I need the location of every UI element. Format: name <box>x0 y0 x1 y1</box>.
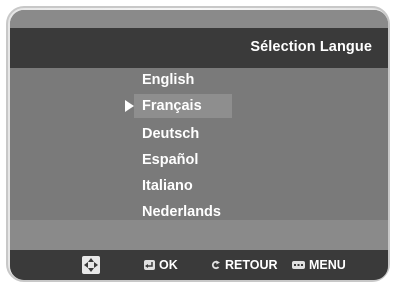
enter-icon <box>144 260 155 270</box>
page-title: Sélection Langue <box>250 39 372 55</box>
directional-pad-icon <box>82 256 100 274</box>
return-arrow-icon <box>210 260 221 270</box>
language-option-espanol[interactable]: Español <box>138 148 202 172</box>
ok-button[interactable]: OK <box>144 257 178 273</box>
language-option-english[interactable]: English <box>138 68 198 92</box>
top-strip <box>10 10 388 28</box>
language-option-francais[interactable]: Français <box>134 94 232 118</box>
menu-button[interactable]: MENU <box>292 257 346 273</box>
footer-bar: OK RETOUR MENU <box>10 250 388 280</box>
menu-icon <box>292 261 305 269</box>
language-option-italiano[interactable]: Italiano <box>138 174 197 198</box>
language-menu: English Français Deutsch Español Italian… <box>10 68 388 220</box>
menu-header: Sélection Langue <box>10 28 388 68</box>
selection-arrow-icon <box>125 100 134 112</box>
back-label: RETOUR <box>225 258 278 272</box>
osd-screen: Sélection Langue English Français Deutsc… <box>10 10 388 280</box>
ok-label: OK <box>159 258 178 272</box>
back-button[interactable]: RETOUR <box>210 257 278 273</box>
bottom-strip <box>10 220 388 250</box>
menu-label: MENU <box>309 258 346 272</box>
language-list: English Français Deutsch Español Italian… <box>10 68 388 220</box>
language-option-deutsch[interactable]: Deutsch <box>138 122 203 146</box>
